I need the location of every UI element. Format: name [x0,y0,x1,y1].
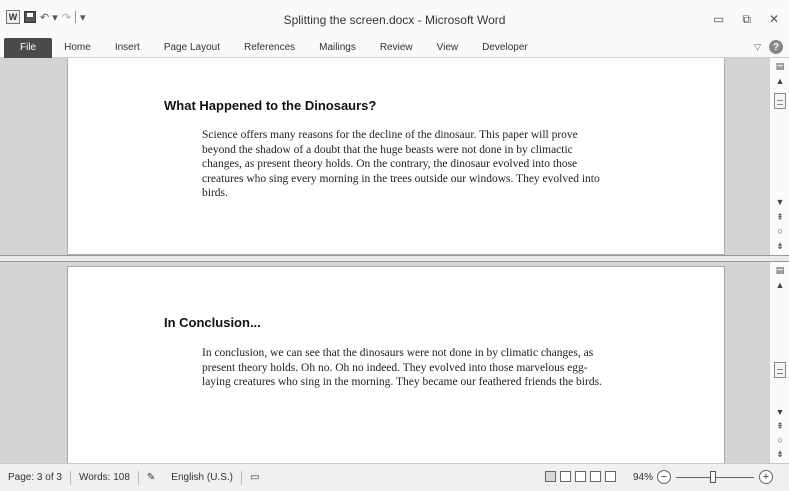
help-icon[interactable]: ? [769,40,783,54]
tab-home[interactable]: Home [52,38,103,58]
scroll-up-icon[interactable]: ▲ [773,279,787,291]
ribbon-tabs: File Home Insert Page Layout References … [0,37,789,58]
split-bar[interactable] [0,255,789,262]
ruler-icon[interactable]: ▤ [773,60,787,72]
prev-page-icon[interactable]: ⇞ [773,420,787,432]
ribbon-right-controls: ▽ ? [754,40,783,54]
scrollbar-thumb[interactable] [774,362,786,378]
status-bar: Page: 3 of 3 Words: 108 ✎ English (U.S.)… [0,463,789,491]
restore-icon[interactable]: ⧉ [742,12,751,27]
section-heading: In Conclusion... [164,315,261,330]
zoom-in-button[interactable]: + [759,470,773,484]
tab-review[interactable]: Review [368,38,425,58]
scroll-down-icon[interactable]: ▼ [773,196,787,208]
browse-object-icon[interactable]: ○ [773,434,787,446]
vertical-scrollbar-top[interactable]: ▤ ▲ ▼ ⇞ ○ ⇟ [769,58,789,255]
scrollbar-thumb[interactable] [774,93,786,109]
full-screen-reading-view-icon[interactable] [560,471,571,482]
browse-object-icon[interactable]: ○ [773,225,787,237]
document-page[interactable]: In Conclusion... In conclusion, we can s… [67,266,725,463]
scroll-down-icon[interactable]: ▼ [773,406,787,418]
ruler-icon[interactable]: ▤ [773,264,787,276]
vertical-scrollbar-bottom[interactable]: ▤ ▲ ▼ ⇞ ○ ⇟ [769,262,789,463]
prev-page-icon[interactable]: ⇞ [773,211,787,223]
paragraph: In conclusion, we can see that the dinos… [202,347,602,388]
page-count[interactable]: Page: 3 of 3 [0,472,70,483]
tab-references[interactable]: References [232,38,307,58]
proofing-status[interactable]: ✎ [139,472,163,483]
tab-view[interactable]: View [425,38,471,58]
macro-icon: ▭ [249,472,260,483]
proofing-icon: ✎ [146,472,156,483]
outline-view-icon[interactable] [590,471,601,482]
view-shortcuts [545,471,616,482]
tab-file[interactable]: File [4,37,53,58]
title-bar: W ↶ ▾ ↷ ▾ Splitting the screen.docx - Mi… [0,0,789,38]
next-page-icon[interactable]: ⇟ [773,448,787,460]
macro-recording[interactable]: ▭ [242,472,267,483]
window-controls: ▭ ⧉ ✕ [713,12,779,27]
tab-developer[interactable]: Developer [470,38,540,58]
zoom-slider-thumb[interactable] [710,471,716,483]
document-pane-bottom[interactable]: In Conclusion... In conclusion, we can s… [0,262,789,463]
scroll-up-icon[interactable]: ▲ [773,75,787,87]
tab-page-layout[interactable]: Page Layout [152,38,232,58]
language-indicator[interactable]: English (U.S.) [163,472,241,483]
word-count[interactable]: Words: 108 [71,472,138,483]
tab-mailings[interactable]: Mailings [307,38,368,58]
tab-insert[interactable]: Insert [103,38,152,58]
minimize-ribbon-icon[interactable]: ▽ [754,42,761,53]
window-title: Splitting the screen.docx - Microsoft Wo… [283,13,506,27]
print-layout-view-icon[interactable] [545,471,556,482]
document-page[interactable]: What Happened to the Dinosaurs? Science … [67,58,725,255]
close-icon[interactable]: ✕ [769,12,779,27]
next-page-icon[interactable]: ⇟ [773,240,787,252]
document-pane-top[interactable]: What Happened to the Dinosaurs? Science … [0,58,789,255]
zoom-level[interactable]: 94% [633,472,653,483]
paragraph: Science offers many reasons for the decl… [202,129,600,199]
draft-view-icon[interactable] [605,471,616,482]
minimize-icon[interactable]: ▭ [713,12,724,27]
section-heading: What Happened to the Dinosaurs? [164,98,377,113]
zoom-out-button[interactable]: − [657,470,671,484]
web-layout-view-icon[interactable] [575,471,586,482]
